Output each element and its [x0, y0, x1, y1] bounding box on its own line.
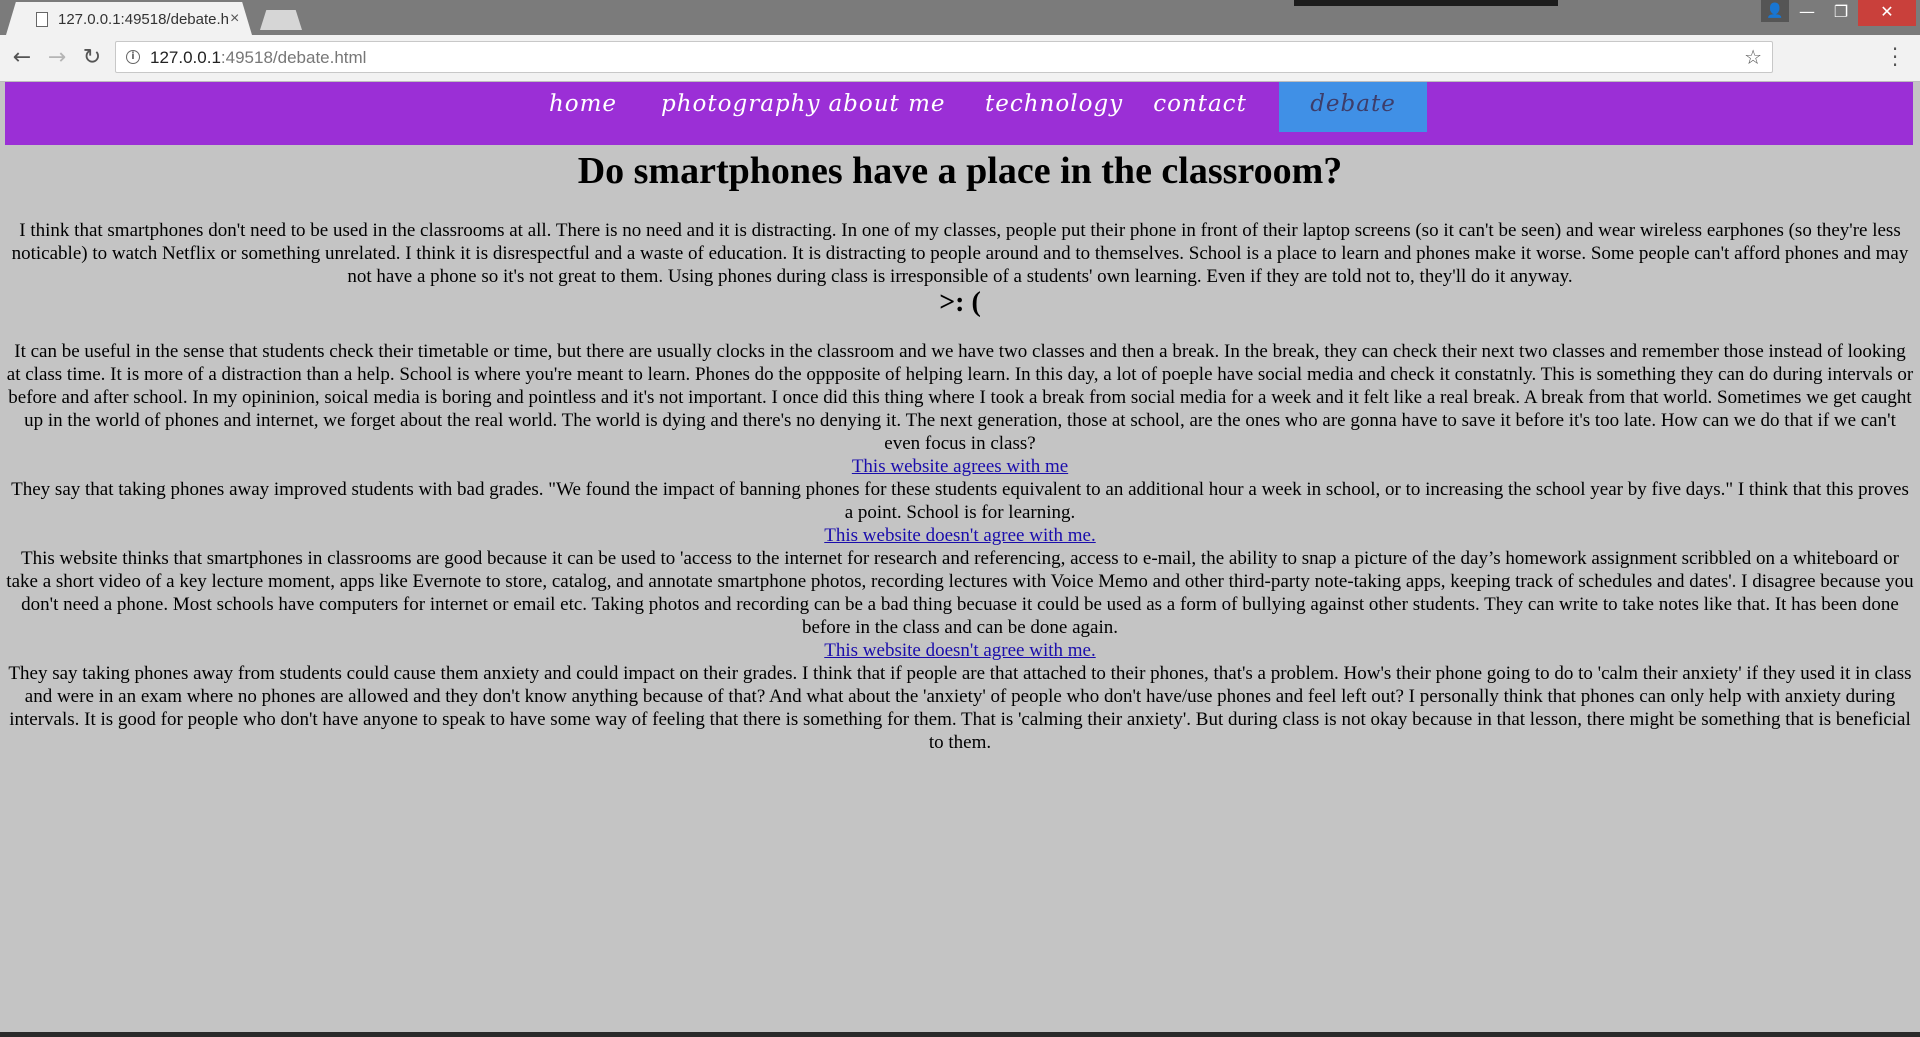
- close-window-button[interactable]: ✕: [1858, 0, 1916, 26]
- titlebar-shadow: [1294, 0, 1558, 6]
- maximize-button[interactable]: ❐: [1822, 0, 1860, 26]
- forward-arrow-icon[interactable]: →: [44, 45, 70, 71]
- nav-about-me[interactable]: about me: [827, 82, 947, 132]
- page-icon: [36, 12, 48, 27]
- main-content: Do smartphones have a place in the class…: [0, 146, 1920, 754]
- disagrees-link-2[interactable]: This website doesn't agree with me.: [0, 639, 1920, 662]
- url-host: 127.0.0.1: [150, 48, 221, 67]
- nav-contact[interactable]: contact: [1145, 82, 1255, 132]
- paragraph-uses: This website thinks that smartphones in …: [6, 548, 1914, 638]
- nav-photography[interactable]: photography: [661, 82, 819, 132]
- paragraph-usefulness: It can be useful in the sense that stude…: [6, 341, 1914, 454]
- browser-menu-icon[interactable]: · · ·: [1888, 39, 1902, 75]
- url-path: :49518/debate.html: [220, 48, 367, 67]
- agrees-link[interactable]: This website agrees with me: [0, 455, 1920, 478]
- disagrees-link-1[interactable]: This website doesn't agree with me.: [0, 524, 1920, 547]
- back-arrow-icon[interactable]: ←: [9, 45, 35, 71]
- page-viewport: home photography about me technology con…: [0, 82, 1920, 1032]
- nav-debate[interactable]: debate: [1279, 82, 1427, 132]
- browser-tab[interactable]: 127.0.0.1:49518/debate.h ×: [6, 2, 252, 35]
- address-bar[interactable]: i 127.0.0.1:49518/debate.html ☆: [115, 41, 1773, 73]
- user-profile-icon[interactable]: 👤: [1761, 0, 1789, 22]
- site-navigation: home photography about me technology con…: [5, 82, 1913, 145]
- tab-close-icon[interactable]: ×: [230, 10, 239, 28]
- page-title: Do smartphones have a place in the class…: [577, 150, 1343, 192]
- new-tab-button[interactable]: [260, 10, 302, 30]
- paragraph-grades: They say that taking phones away improve…: [11, 479, 1909, 523]
- bookmark-star-icon[interactable]: ☆: [1744, 45, 1762, 69]
- tab-title: 127.0.0.1:49518/debate.h: [58, 11, 228, 28]
- browser-toolbar: ← → ↻ i 127.0.0.1:49518/debate.html ☆ · ·…: [0, 35, 1920, 82]
- browser-titlebar: 127.0.0.1:49518/debate.h × 👤 — ❐ ✕: [0, 0, 1920, 35]
- angry-face-text: >: (: [939, 287, 981, 318]
- paragraph-intro: I think that smartphones don't need to b…: [11, 220, 1909, 287]
- url-text[interactable]: 127.0.0.1:49518/debate.html: [150, 48, 366, 68]
- paragraph-anxiety: They say taking phones away from student…: [8, 663, 1912, 753]
- nav-technology[interactable]: technology: [985, 82, 1122, 132]
- nav-home[interactable]: home: [541, 82, 625, 132]
- os-taskbar: [0, 1032, 1920, 1037]
- reload-icon[interactable]: ↻: [79, 45, 105, 71]
- info-icon[interactable]: i: [126, 50, 140, 64]
- minimize-button[interactable]: —: [1788, 0, 1826, 26]
